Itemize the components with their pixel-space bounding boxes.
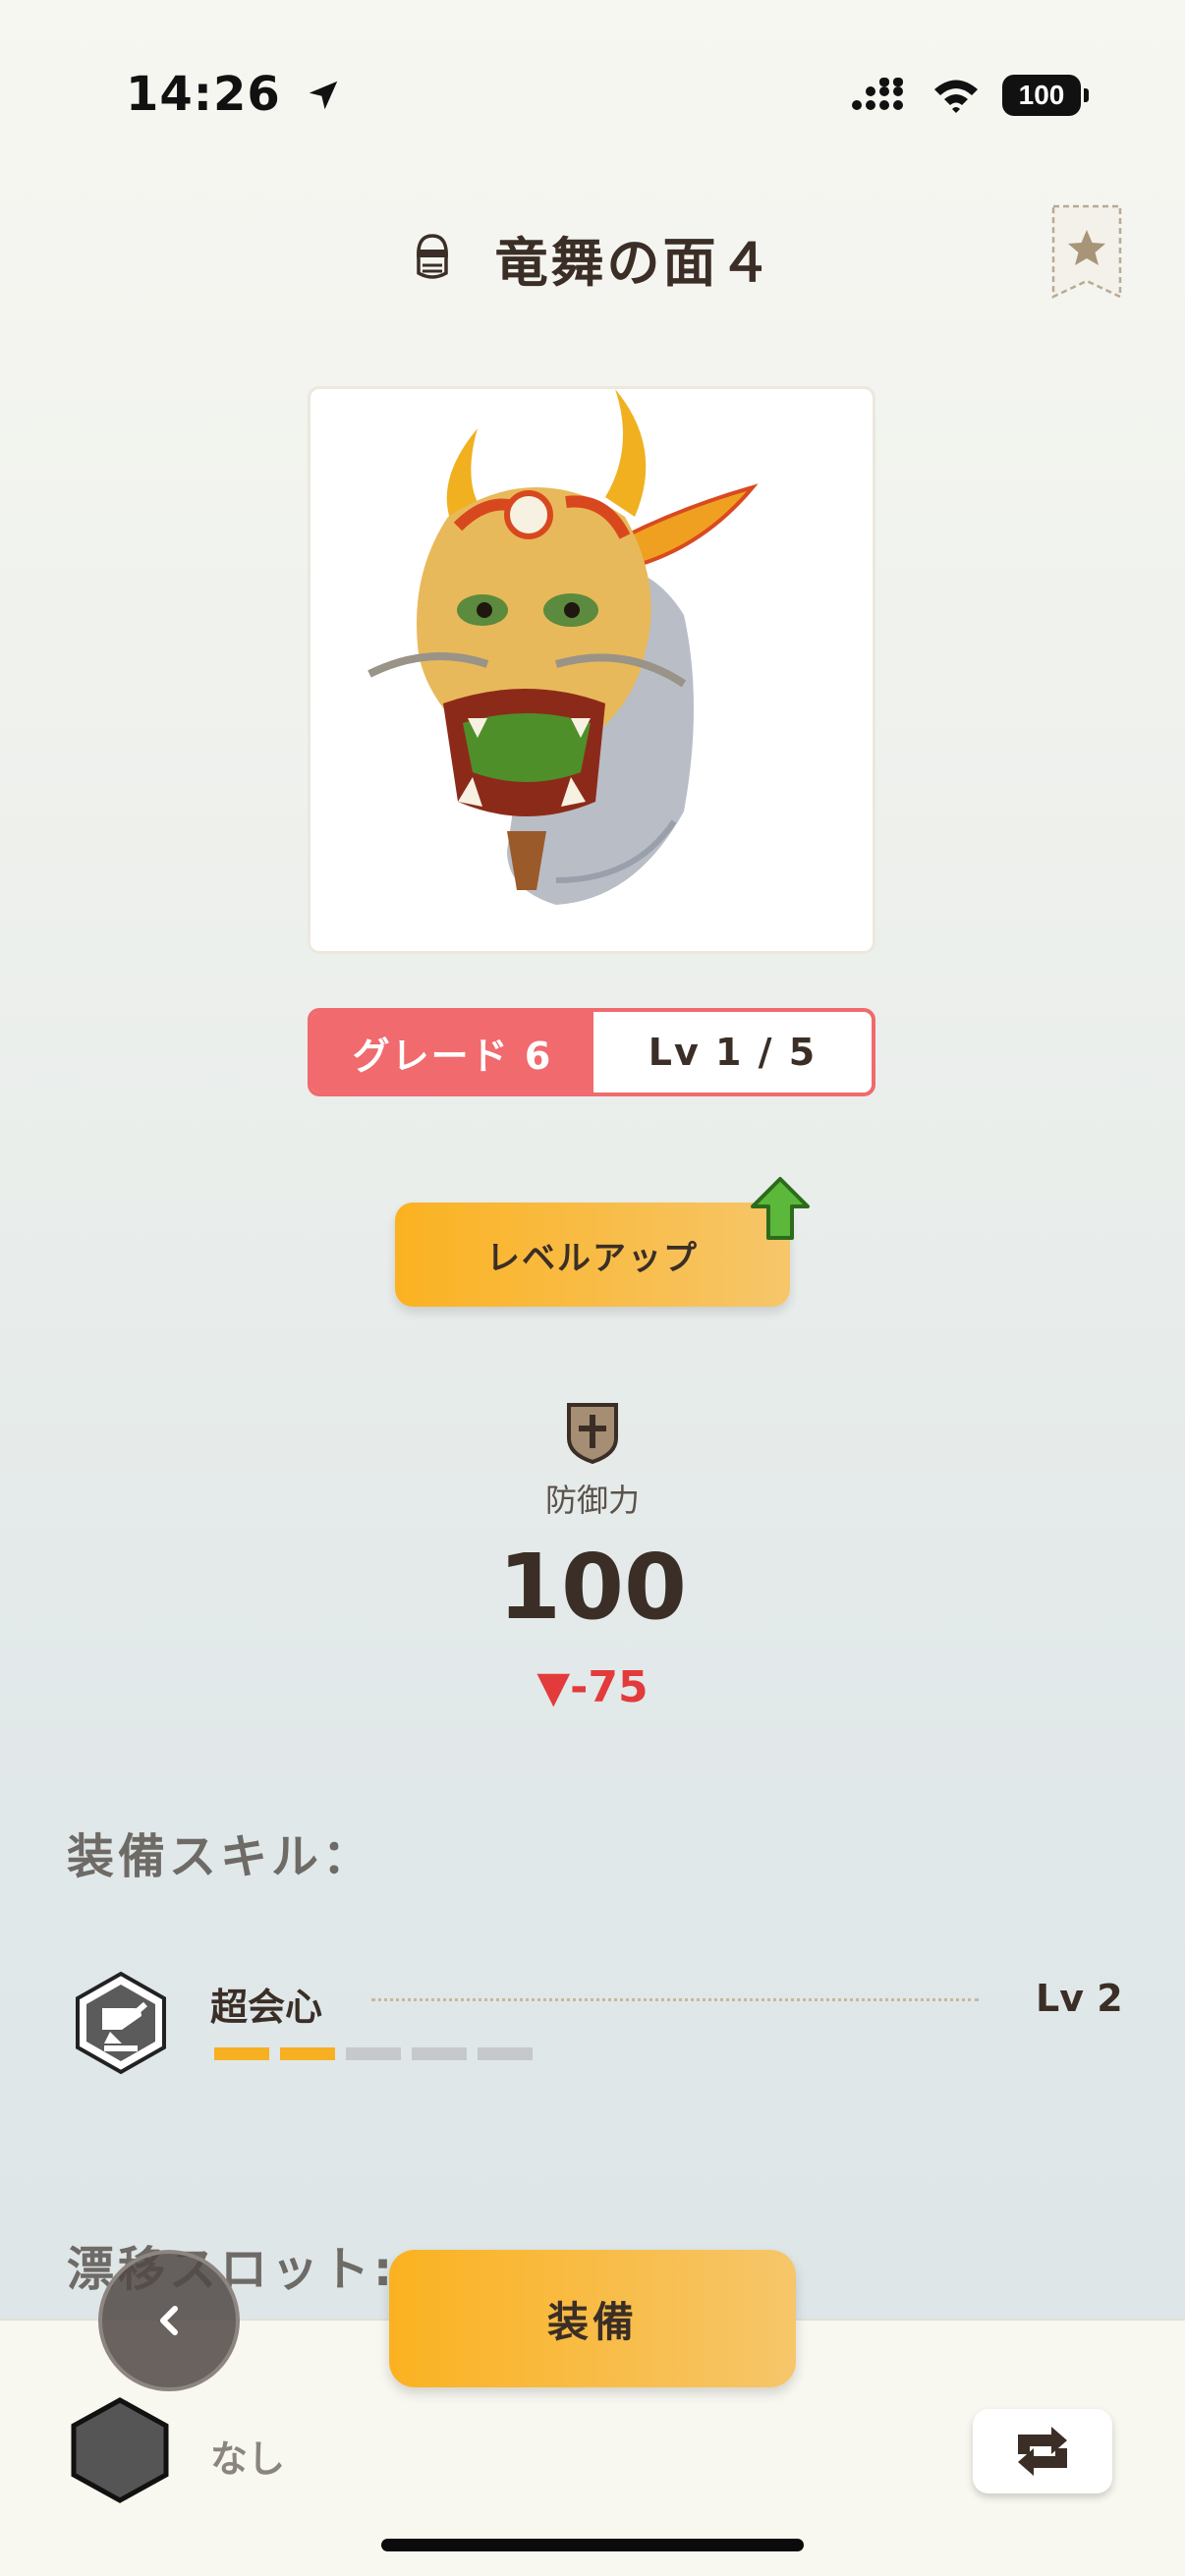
helmet-category-icon bbox=[416, 234, 448, 279]
skill-level-segment bbox=[478, 2047, 533, 2060]
location-arrow-icon bbox=[309, 81, 337, 110]
empty-slot-icon[interactable] bbox=[69, 2397, 171, 2503]
back-button[interactable] bbox=[98, 2250, 240, 2391]
defense-difference: ▼-75 bbox=[536, 1662, 649, 1712]
slot-value: なし bbox=[210, 2437, 286, 2481]
skill-level-segment bbox=[412, 2047, 467, 2060]
skill-name: 超会心 bbox=[210, 1986, 323, 2029]
status-icons: 100 bbox=[851, 71, 1089, 120]
skill-level: Lv 2 bbox=[1036, 1977, 1123, 2020]
skill-leader-line bbox=[371, 1998, 979, 2001]
page-title: 竜舞の面４ bbox=[494, 231, 775, 294]
dragon-mask-image bbox=[367, 389, 759, 905]
swap-arrows-icon bbox=[1018, 2427, 1067, 2476]
wifi-icon bbox=[934, 80, 978, 113]
defense-shield-icon bbox=[567, 1403, 618, 1464]
status-time: 14:26 bbox=[126, 67, 342, 122]
chevron-left-icon bbox=[160, 2306, 178, 2335]
super-critical-skill-icon[interactable] bbox=[69, 1971, 173, 2075]
cellular-signal-icon bbox=[852, 78, 903, 110]
swap-button[interactable] bbox=[973, 2409, 1112, 2493]
level-up-button[interactable]: レベルアップ bbox=[395, 1203, 790, 1307]
equip-skills-title: 装備スキル： bbox=[67, 1829, 374, 1884]
equip-button[interactable]: 装備 bbox=[389, 2250, 796, 2387]
level-label: Lv 1 / 5 bbox=[648, 1031, 818, 1074]
defense-label: 防御力 bbox=[544, 1482, 640, 1519]
grade-label: グレード 6 bbox=[311, 1012, 593, 1092]
skill-level-segment bbox=[346, 2047, 401, 2060]
battery-indicator: 100 bbox=[1002, 75, 1089, 116]
item-image-card bbox=[308, 386, 875, 954]
skill-level-bars bbox=[214, 2047, 533, 2060]
favorite-star-icon[interactable] bbox=[1051, 204, 1122, 299]
skill-level-segment bbox=[280, 2047, 335, 2060]
home-indicator[interactable] bbox=[381, 2539, 804, 2551]
skill-level-segment bbox=[214, 2047, 269, 2060]
grade-level-pill: グレード 6 Lv 1 / 5 bbox=[308, 1008, 875, 1096]
upgrade-available-icon bbox=[751, 1177, 810, 1240]
defense-value: 100 bbox=[497, 1535, 688, 1640]
page-header: 竜舞の面４ bbox=[0, 218, 1185, 297]
